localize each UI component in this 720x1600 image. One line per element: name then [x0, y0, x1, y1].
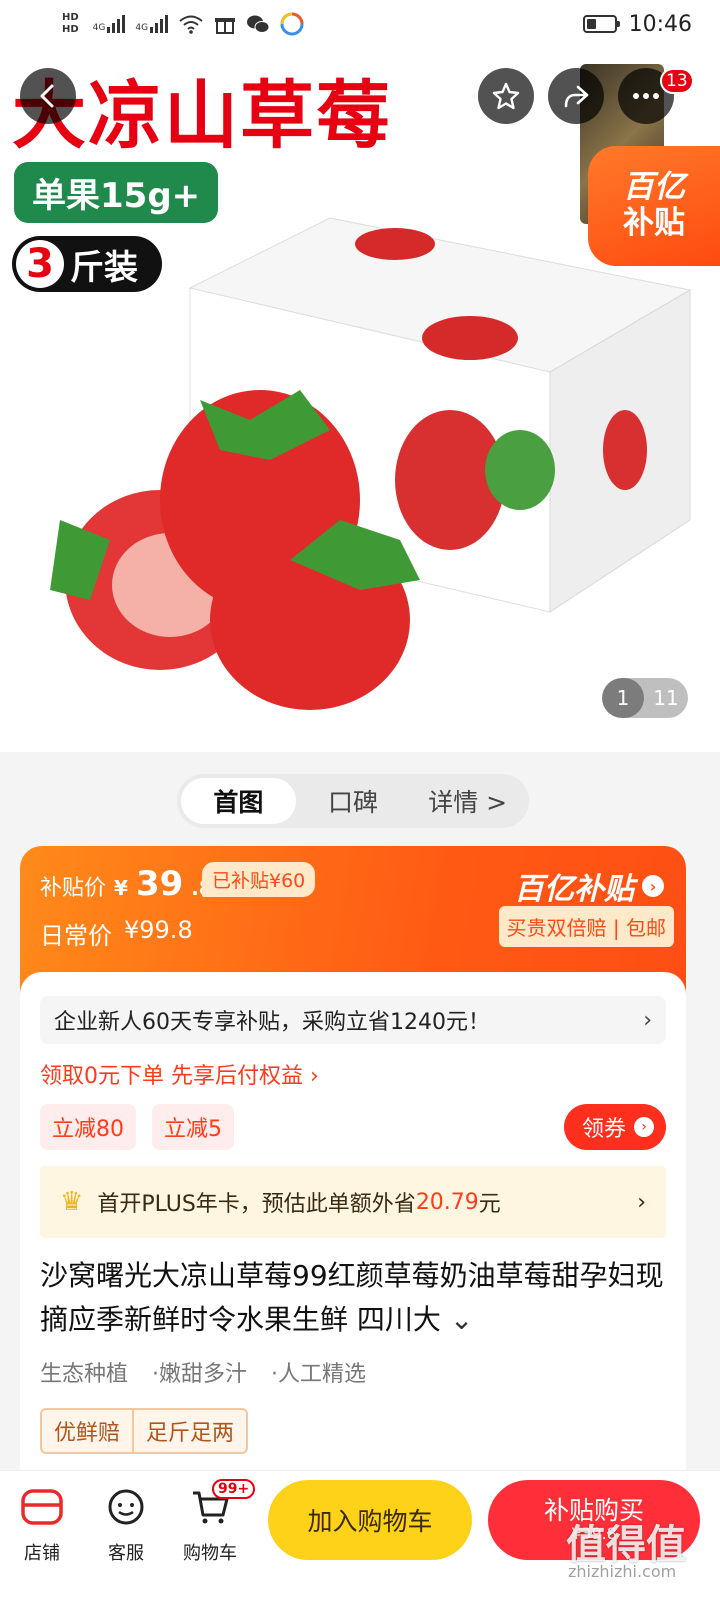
product-title-text: 沙窝曙光大凉山草莓99红颜草莓奶油草莓甜孕妇现摘应季新鲜时令水果生鲜 四川大 — [40, 1259, 664, 1336]
guarantee-tag: 足斤足两 — [132, 1410, 246, 1452]
subsidy-tag-line1: 百亿 — [623, 169, 685, 206]
tab-details[interactable]: 详情 > — [410, 778, 525, 824]
product-image-gallery[interactable]: 大凉山草莓 单果15g+ 3 斤装 百亿 补贴 1 11 — [0, 0, 720, 752]
section-tabs: 首图 口碑 详情 > — [177, 774, 529, 828]
share-button[interactable] — [548, 68, 604, 124]
pack-label: 斤装 — [70, 247, 138, 288]
star-icon — [492, 82, 520, 110]
product-features: 生态种植 ·嫩甜多汁 ·人工精选 — [40, 1356, 666, 1388]
back-arrow-icon — [40, 84, 54, 108]
back-button[interactable] — [20, 68, 76, 124]
regular-price-label: 日常价 — [40, 922, 112, 950]
plus-savings-amount: 20.79 — [415, 1189, 479, 1215]
customer-service-label: 客服 — [108, 1543, 144, 1564]
cart-button[interactable]: 99+ 购物车 — [174, 1479, 256, 1565]
add-to-cart-button[interactable]: 加入购物车 — [268, 1480, 472, 1560]
pack-number: 3 — [16, 240, 64, 288]
coupon-row: 立减80 立减5 领券 › — [40, 1104, 666, 1150]
favorite-button[interactable] — [478, 68, 534, 124]
coupon-chip[interactable]: 立减5 — [152, 1104, 234, 1150]
expand-chevron-icon: ⌄ — [449, 1303, 474, 1336]
new-user-subsidy-bar[interactable]: 企业新人60天专享补贴，采购立省1240元！ › — [40, 996, 666, 1044]
more-dots-icon — [633, 93, 659, 99]
subsidy-price-value: 39 — [135, 864, 184, 904]
crown-icon: ♛ — [60, 1187, 84, 1217]
product-title[interactable]: 沙窝曙光大凉山草莓99红颜草莓奶油草莓甜孕妇现摘应季新鲜时令水果生鲜 四川大 ⌄ — [40, 1254, 666, 1342]
plus-membership-bar[interactable]: ♛ 首开PLUS年卡，预估此单额外省 20.79 元 › — [40, 1166, 666, 1238]
new-user-text: 企业新人60天专享补贴，采购立省1240元！ — [54, 1010, 490, 1035]
subsidized-amount-badge: 已补贴¥60 — [202, 862, 316, 897]
battery-icon — [582, 15, 620, 33]
chevron-right-icon: › — [642, 875, 664, 897]
share-icon — [564, 85, 589, 108]
price-guarantee[interactable]: 买贵双倍赔 | 包邮 — [498, 906, 674, 947]
subsidy-price: 补贴价 ¥39.8 — [40, 864, 213, 904]
tab-main-image[interactable]: 首图 — [181, 778, 296, 824]
chevron-right-icon: › — [634, 1117, 654, 1137]
customer-service-button[interactable]: 客服 — [90, 1485, 162, 1565]
clock: 10:46 — [628, 11, 692, 37]
subsidy-brand-link[interactable]: 百亿补贴 › — [514, 864, 664, 908]
message-count-badge: 13 — [660, 68, 694, 94]
plus-unit: 元 — [478, 1192, 501, 1217]
signal-icon: 4G — [93, 15, 126, 33]
customer-service-icon — [108, 1489, 144, 1525]
watermark-url: zhizhizhi.com — [568, 1562, 677, 1581]
coupon-chip[interactable]: 立减80 — [40, 1104, 136, 1150]
wifi-icon — [179, 15, 203, 34]
app-notification-icon — [280, 12, 304, 36]
store-button[interactable]: 店铺 — [6, 1485, 78, 1565]
subsidy-tag: 百亿 补贴 — [588, 146, 720, 266]
image-counter: 1 11 — [602, 678, 688, 718]
plus-text: 首开PLUS年卡，预估此单额外省 — [97, 1192, 416, 1217]
price-card: 补贴价 ¥39.8 已补贴¥60 日常价 ¥99.8 百亿补贴 › 买贵双倍赔 … — [20, 846, 686, 1506]
chevron-right-icon: › — [637, 1189, 646, 1215]
feature-item: ·人工精选 — [271, 1362, 367, 1387]
chevron-right-icon: › — [643, 1007, 652, 1033]
weight-badge: 单果15g+ — [14, 162, 219, 223]
cart-label: 购物车 — [183, 1543, 237, 1564]
promo-panel: 企业新人60天专享补贴，采购立省1240元！ › 领取0元下单 先享后付权益 ›… — [20, 972, 686, 1506]
pack-badge: 3 斤装 — [12, 236, 162, 292]
store-icon — [21, 1489, 63, 1525]
feature-item: ·嫩甜多汁 — [152, 1362, 248, 1387]
subsidy-brand-label: 百亿补贴 — [514, 872, 634, 907]
signal-icon-2: 4G — [135, 15, 169, 33]
get-coupon-label: 领券 — [581, 1117, 626, 1142]
regular-price-value: ¥99.8 — [124, 916, 193, 944]
guarantee-tag: 优鲜赔 — [54, 1421, 121, 1446]
currency-symbol: ¥ — [114, 876, 128, 900]
tab-reviews[interactable]: 口碑 — [296, 778, 411, 824]
store-label: 店铺 — [24, 1543, 60, 1564]
get-coupon-button[interactable]: 领券 › — [563, 1104, 666, 1150]
service-guarantee-tags[interactable]: 优鲜赔 足斤足两 — [40, 1408, 249, 1454]
subsidy-tag-line2: 补贴 — [623, 205, 685, 241]
bnpl-link[interactable]: 领取0元下单 先享后付权益 › — [40, 1058, 666, 1090]
subsidy-price-label: 补贴价 — [40, 876, 107, 901]
wechat-icon — [247, 15, 270, 33]
hd-indicator: HD HD — [62, 12, 79, 35]
gift-icon — [215, 18, 236, 34]
cart-count-badge: 99+ — [212, 1479, 256, 1499]
feature-item: 生态种植 — [40, 1362, 129, 1387]
image-index: 1 — [602, 678, 644, 718]
image-total: 11 — [653, 686, 679, 710]
regular-price: 日常价 ¥99.8 — [40, 916, 193, 951]
status-bar: HD HD 4G 4G 10:46 — [0, 0, 720, 48]
